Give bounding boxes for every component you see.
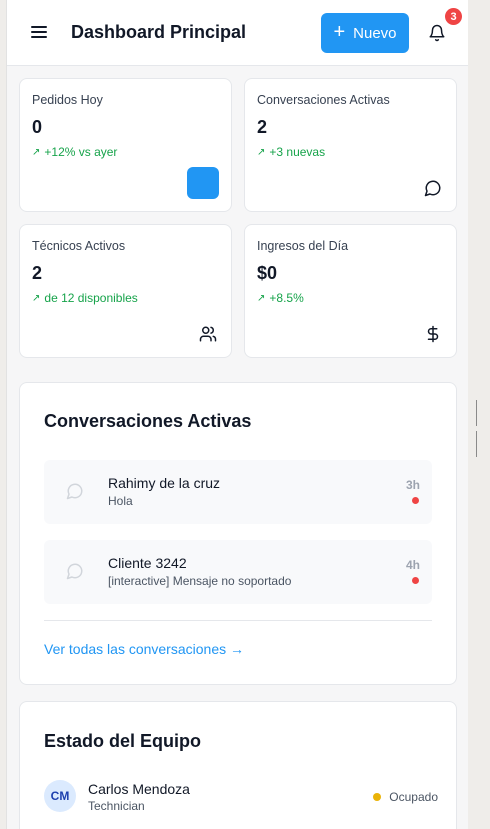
stat-value: 0	[32, 117, 43, 137]
stat-card-revenue: Ingresos del Día $0 ↗ +8.5%	[244, 224, 457, 358]
unread-dot	[412, 497, 419, 504]
resize-handle[interactable]	[476, 400, 480, 457]
hamburger-menu-icon[interactable]	[31, 26, 47, 40]
conversation-name: Cliente 3242	[108, 555, 187, 571]
stat-change-text: +3 nuevas	[269, 145, 326, 159]
trend-up-icon: ↗	[32, 146, 41, 158]
page-title: Dashboard Principal	[71, 22, 247, 42]
users-icon	[199, 326, 217, 342]
conversation-message: [interactive] Mensaje no soportado	[108, 574, 292, 588]
stat-change-text: +12% vs ayer	[44, 145, 118, 159]
active-conversations-card: Conversaciones Activas Rahimy de la cruz…	[19, 382, 457, 685]
stat-change-text: de 12 disponibles	[44, 291, 138, 305]
stat-card-technicians: Técnicos Activos 2 ↗ de 12 disponibles	[19, 224, 232, 358]
stat-value: 2	[257, 117, 268, 137]
section-title: Estado del Equipo	[44, 731, 202, 751]
notification-badge: 3	[445, 8, 462, 25]
top-header: Dashboard Principal + Nuevo 3	[7, 0, 468, 66]
stat-value: $0	[257, 263, 278, 283]
member-status: Ocupado	[373, 790, 438, 804]
conversation-item[interactable]: Cliente 3242 [interactive] Mensaje no so…	[44, 540, 432, 604]
orders-icon	[187, 167, 219, 199]
new-button[interactable]: + Nuevo	[321, 13, 409, 53]
app-container: Dashboard Principal + Nuevo 3 Pedidos Ho…	[6, 0, 468, 829]
chat-icon	[424, 180, 441, 197]
conversation-message: Hola	[108, 494, 133, 508]
conversation-time: 4h	[405, 558, 420, 572]
member-name: Carlos Mendoza	[88, 781, 190, 797]
stat-label: Pedidos Hoy	[32, 93, 103, 107]
trend-up-icon: ↗	[32, 292, 41, 304]
stat-label: Conversaciones Activas	[257, 93, 390, 107]
bell-icon[interactable]	[428, 24, 446, 42]
stat-card-orders: Pedidos Hoy 0 ↗ +12% vs ayer	[19, 78, 232, 212]
status-dot	[373, 793, 382, 801]
stat-change: ↗ +12% vs ayer	[32, 145, 117, 159]
stat-change: ↗ de 12 disponibles	[32, 291, 138, 305]
conversation-name: Rahimy de la cruz	[108, 475, 221, 491]
unread-dot	[412, 577, 419, 584]
stat-change: ↗ +8.5%	[257, 291, 304, 305]
trend-up-icon: ↗	[257, 292, 266, 304]
trend-up-icon: ↗	[257, 146, 266, 158]
section-title: Conversaciones Activas	[44, 411, 252, 431]
stat-label: Técnicos Activos	[32, 239, 126, 253]
stat-change: ↗ +3 nuevas	[257, 145, 325, 159]
conversation-item[interactable]: Rahimy de la cruz Hola 3h	[44, 460, 432, 524]
new-button-label: Nuevo	[353, 24, 397, 42]
avatar: CM	[44, 780, 76, 812]
divider	[44, 620, 432, 621]
stat-label: Ingresos del Día	[257, 239, 349, 253]
chat-icon	[66, 563, 83, 580]
stat-value: 2	[32, 263, 43, 283]
dollar-icon	[427, 325, 439, 343]
stat-change-text: +8.5%	[269, 291, 304, 305]
status-text: Ocupado	[389, 790, 438, 804]
conversation-time: 3h	[405, 478, 420, 492]
team-status-card: Estado del Equipo CM Carlos Mendoza Tech…	[19, 701, 457, 829]
plus-icon: +	[333, 21, 346, 43]
member-role: Technician	[88, 799, 145, 813]
view-all-conversations-link[interactable]: Ver todas las conversaciones →	[44, 641, 244, 657]
chat-icon	[66, 483, 83, 500]
stat-card-conversations: Conversaciones Activas 2 ↗ +3 nuevas	[244, 78, 457, 212]
